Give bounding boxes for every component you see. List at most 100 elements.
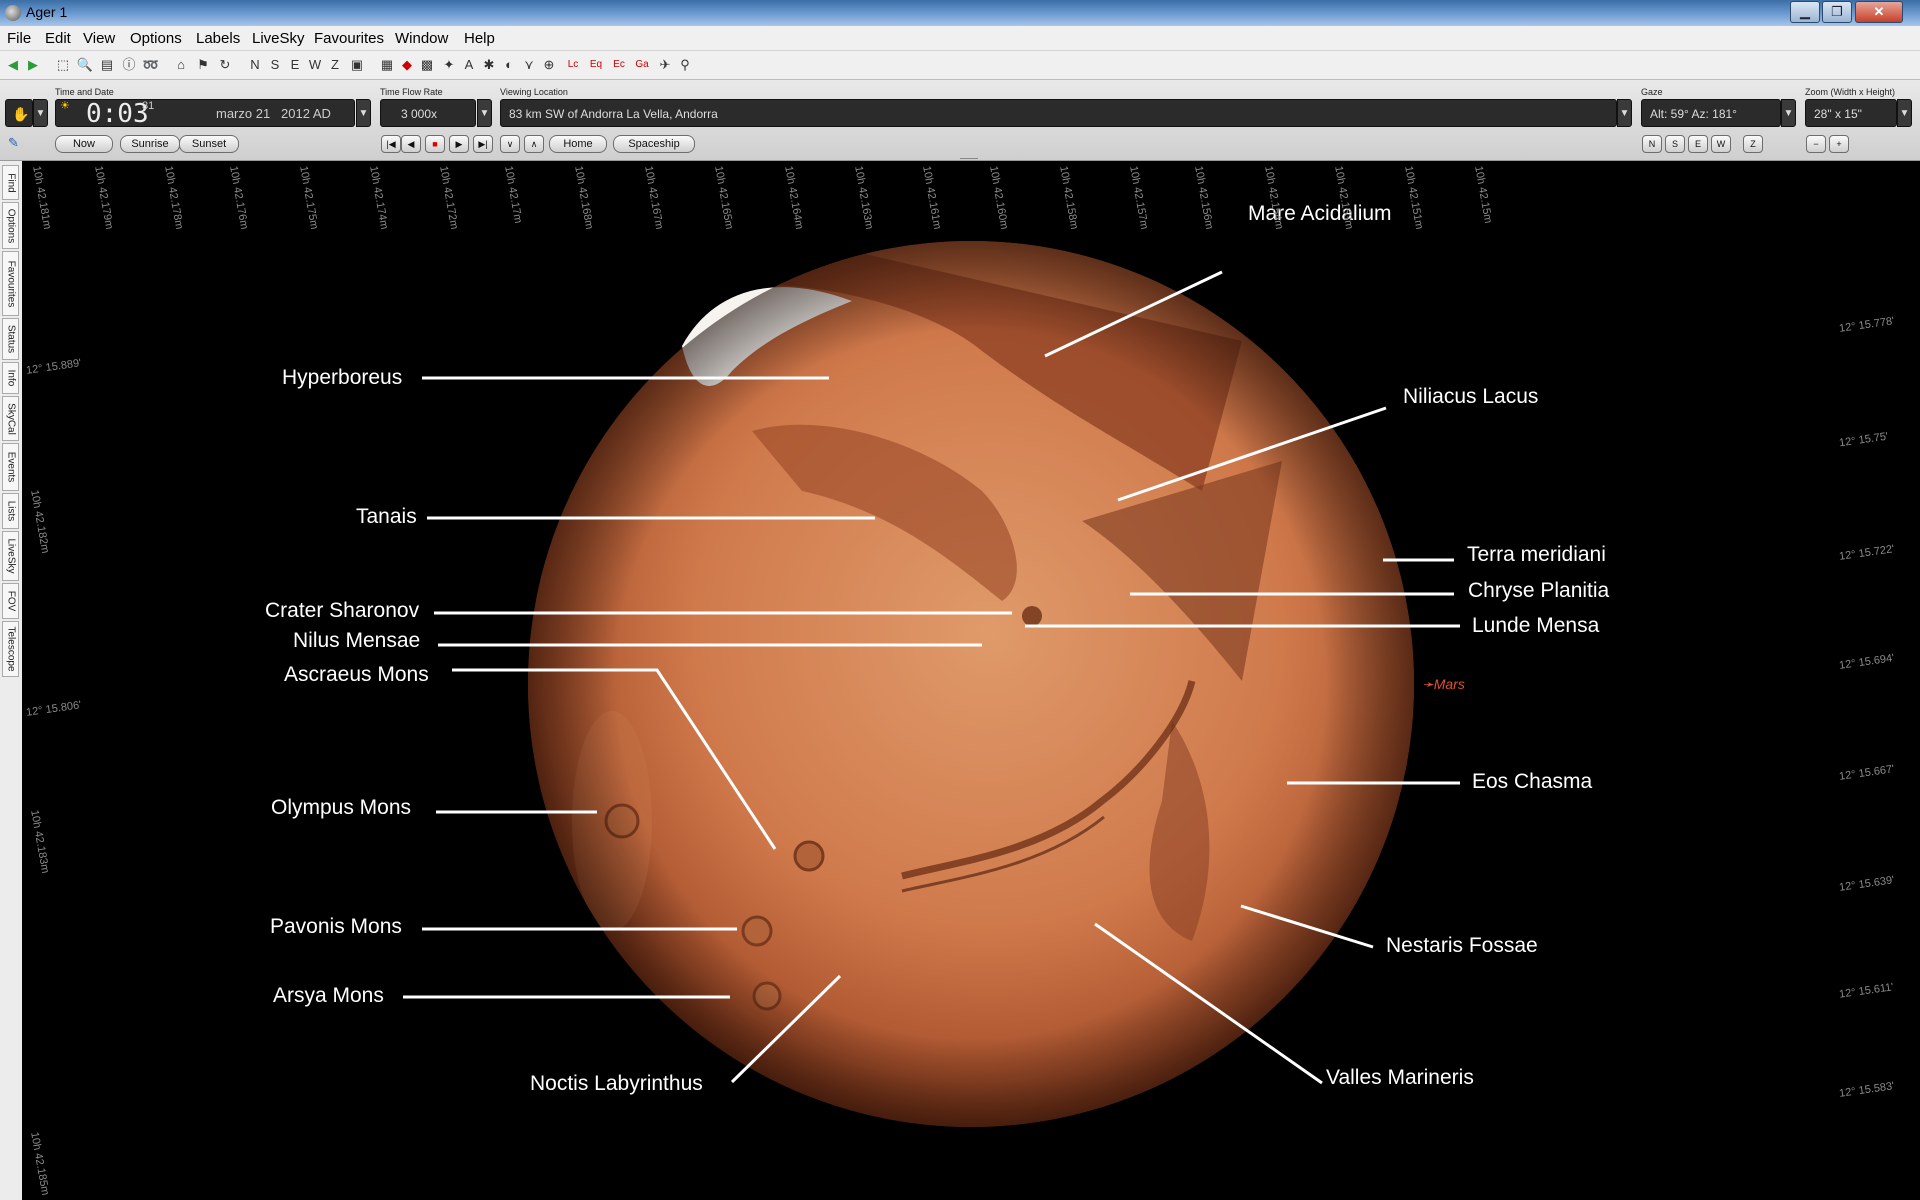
gaze-label: Gaze [1641, 87, 1663, 97]
side-tab-status[interactable]: Status [2, 318, 19, 360]
menu-livesky[interactable]: LiveSky [252, 30, 305, 47]
feature-label-ascraeus-mons: Ascraeus Mons [284, 663, 429, 686]
menu-labels[interactable]: Labels [196, 30, 240, 47]
horizon-icon[interactable]: ⊕ [540, 56, 558, 74]
step-back-icon[interactable]: ◀ [401, 135, 421, 153]
maximize-icon[interactable]: ❐ [1822, 1, 1852, 23]
zoom-out-button[interactable]: − [1806, 135, 1826, 153]
spaceship-button[interactable]: Spaceship [613, 135, 695, 153]
gaze-dropdown[interactable]: ▼ [1781, 99, 1796, 127]
location-field[interactable]: 83 km SW of Andorra La Vella, Andorra [500, 99, 1617, 127]
pin-icon[interactable]: ✎ [8, 135, 19, 151]
local-icon[interactable]: Lc [562, 56, 584, 74]
window-title: Ager 1 [26, 4, 68, 20]
flag-icon[interactable]: ⚑ [194, 56, 212, 74]
side-tab-label: Lists [5, 500, 16, 522]
clock-mode-icon[interactable]: ✋ [5, 99, 33, 127]
south-icon[interactable]: S [266, 56, 284, 74]
fast-forward-icon[interactable]: ▶| [473, 135, 493, 153]
select-icon[interactable]: ⬚ [54, 56, 72, 74]
gaze-zenith-button[interactable]: Z [1743, 135, 1763, 153]
sun-icon: ☀ [60, 100, 70, 112]
gaze-field[interactable]: Alt: 59° Az: 181° [1641, 99, 1781, 127]
down-icon[interactable]: ∨ [500, 135, 520, 153]
location-dropdown[interactable]: ▼ [1617, 99, 1632, 127]
flow-rate-field[interactable]: 3 000x [380, 99, 476, 127]
gaze-west-button[interactable]: W [1711, 135, 1731, 153]
menu-window[interactable]: Window [395, 30, 448, 47]
info-doc-icon[interactable]: ▤ [98, 56, 116, 74]
star-icon[interactable]: ✱ [480, 56, 498, 74]
east-icon[interactable]: E [286, 56, 304, 74]
side-tab-find[interactable]: Find [2, 165, 19, 200]
zoom-icon[interactable]: 🔍 [76, 56, 94, 74]
side-tab-events[interactable]: Events [2, 443, 19, 491]
screen-icon[interactable]: ▣ [348, 56, 366, 74]
zenith-icon[interactable]: Z [326, 56, 344, 74]
clock-mode-dropdown[interactable]: ▼ [33, 99, 48, 127]
side-tab-label: Find [5, 172, 16, 193]
home-icon[interactable]: ⌂ [172, 56, 190, 74]
feature-label-nestaris-fossae: Nestaris Fossae [1386, 934, 1538, 957]
flow-dropdown[interactable]: ▼ [477, 99, 492, 127]
menu-file[interactable]: File [7, 30, 31, 47]
constellation-icon[interactable]: ✦ [440, 56, 458, 74]
menu-options[interactable]: Options [130, 30, 182, 47]
menu-view[interactable]: View [83, 30, 115, 47]
menu-favourites[interactable]: Favourites [314, 30, 384, 47]
side-tab-skycal[interactable]: SkyCal [2, 396, 19, 441]
side-tab-label: FOV [5, 590, 16, 612]
mars-object-tag[interactable]: ➛Mars [1422, 676, 1465, 693]
gaze-east-button[interactable]: E [1688, 135, 1708, 153]
north-icon[interactable]: N [246, 56, 264, 74]
close-icon[interactable]: ✕ [1855, 1, 1903, 23]
west-icon[interactable]: W [306, 56, 324, 74]
forward-icon[interactable]: ▶ [24, 56, 42, 74]
zoom-dropdown[interactable]: ▼ [1897, 99, 1912, 127]
time-date-field[interactable]: ☀ 0:03 31 marzo 21 2012 AD [55, 99, 355, 128]
home-button[interactable]: Home [549, 135, 607, 153]
time-dropdown[interactable]: ▼ [356, 99, 371, 127]
path-icon[interactable]: ➿ [142, 56, 160, 74]
sky-view[interactable]: Hyperboreus Tanais Crater Sharonov Nilus Me… [22, 161, 1920, 1200]
menu-help[interactable]: Help [464, 30, 495, 47]
ecliptic-icon[interactable]: ⋎ [520, 56, 538, 74]
mark-icon[interactable]: ◆ [398, 56, 416, 74]
info-icon[interactable]: ⓘ [120, 56, 138, 74]
side-tab-info[interactable]: Info [2, 362, 19, 394]
gaze-south-button[interactable]: S [1665, 135, 1685, 153]
menu-edit[interactable]: Edit [45, 30, 71, 47]
rewind-icon[interactable]: |◀ [381, 135, 401, 153]
back-icon[interactable]: ◀ [4, 56, 22, 74]
planet-icon[interactable]: ◐ [500, 56, 518, 74]
play-icon[interactable]: ▶ [449, 135, 469, 153]
chart-icon[interactable]: ▦ [378, 56, 396, 74]
zoom-field[interactable]: 28" x 15" [1805, 99, 1897, 127]
side-tab-fov[interactable]: FOV [2, 583, 19, 619]
feature-label-pavonis-mons: Pavonis Mons [270, 915, 402, 938]
minimize-icon[interactable]: ▁ [1790, 1, 1820, 23]
stop-icon[interactable]: ■ [425, 135, 445, 153]
side-tab-label: Options [5, 208, 16, 243]
rotate-icon[interactable]: ↻ [216, 56, 234, 74]
up-icon[interactable]: ∧ [524, 135, 544, 153]
alt-az-icon[interactable]: A [460, 56, 478, 74]
zoom-label: Zoom (Width x Height) [1805, 87, 1896, 97]
telescope-icon[interactable]: ⚲ [676, 56, 694, 74]
galactic-icon[interactable]: Ga [631, 56, 653, 74]
sunrise-button[interactable]: Sunrise [120, 135, 180, 153]
side-tab-livesky[interactable]: LiveSky [2, 531, 19, 581]
spaceship-icon[interactable]: ✈ [656, 56, 674, 74]
now-button[interactable]: Now [55, 135, 113, 153]
side-tab-favourites[interactable]: Favourites [2, 251, 19, 316]
zoom-in-button[interactable]: + [1829, 135, 1849, 153]
title-bar: Ager 1 ▁ ❐ ✕ [0, 0, 1920, 26]
side-tab-lists[interactable]: Lists [2, 493, 19, 529]
grid-icon[interactable]: ▩ [418, 56, 436, 74]
ecliptic-grid-icon[interactable]: Ec [608, 56, 630, 74]
sunset-button[interactable]: Sunset [179, 135, 239, 153]
side-tab-telescope[interactable]: Telescope [2, 621, 19, 677]
equatorial-icon[interactable]: Eq [585, 56, 607, 74]
gaze-north-button[interactable]: N [1642, 135, 1662, 153]
side-tab-options[interactable]: Options [2, 202, 19, 249]
